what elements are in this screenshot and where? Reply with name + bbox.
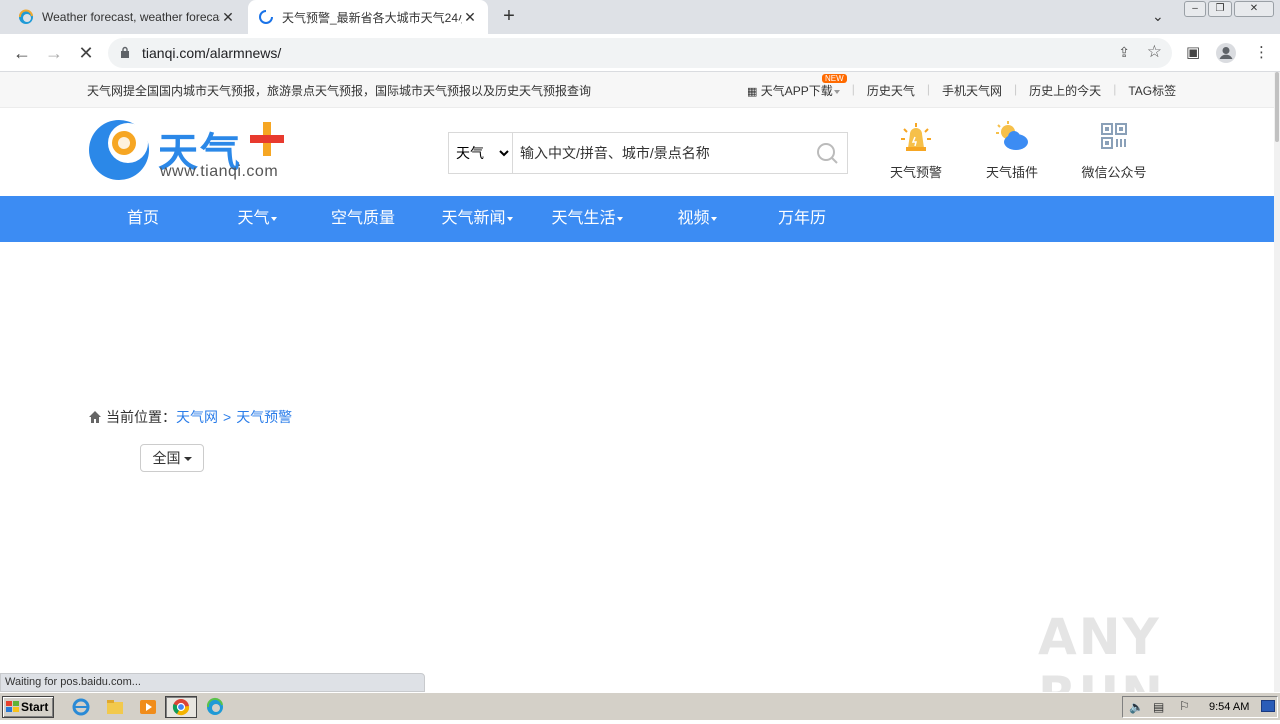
show-desktop-icon[interactable] — [1261, 700, 1275, 712]
site-header: 天气 www.tianqi.com 天气 天气预警 天气插件 — [0, 108, 1274, 196]
address-bar[interactable]: tianqi.com/alarmnews/ ⇪ ☆ — [108, 38, 1172, 68]
minimize-button[interactable]: – — [1184, 1, 1206, 17]
lock-icon — [121, 46, 129, 58]
file-explorer-icon[interactable] — [104, 697, 126, 717]
caret-down-icon — [270, 216, 277, 221]
browser-status-bubble: Waiting for pos.baidu.com... — [0, 673, 425, 692]
windows-flag-icon — [6, 701, 19, 712]
quick-link-weather-plugin[interactable]: 天气插件 — [972, 120, 1052, 181]
site-logo-icon[interactable] — [88, 119, 150, 181]
site-intro-text: 天气网提全国国内城市天气预报，旅游景点天气预报，国际城市天气预报以及历史天气预报… — [87, 84, 592, 98]
back-arrow-icon[interactable]: ← — [10, 41, 34, 65]
quick-link-wechat[interactable]: 微信公众号 — [1074, 120, 1154, 181]
search-icon[interactable] — [807, 133, 847, 173]
site-top-bar: 天气网提全国国内城市天气预报，旅游景点天气预报，国际城市天气预报以及历史天气预报… — [0, 72, 1274, 108]
new-badge: NEW — [822, 74, 847, 83]
nav-video[interactable]: 视频 — [662, 196, 732, 242]
sun-cloud-icon — [996, 121, 1028, 150]
tab-title: Weather forecast, weather forecast — [42, 10, 220, 24]
nav-home[interactable]: 首页 — [108, 196, 178, 242]
browser-tab-alarmnews[interactable]: 天气预警_最新省各大城市天气24小 ✕ — [248, 0, 488, 34]
scrollbar-thumb[interactable] — [1275, 72, 1279, 142]
logo-url: www.tianqi.com — [160, 163, 279, 180]
caret-down-icon — [183, 457, 192, 462]
app-download-link[interactable]: ▦ 天气APP下载 — [747, 82, 840, 99]
breadcrumb-home-link[interactable]: 天气网 — [176, 407, 218, 427]
nav-air-quality[interactable]: 空气质量 — [322, 196, 404, 242]
start-button[interactable]: Start — [2, 696, 54, 718]
tab-search-chevron-icon[interactable]: ⌄ — [1152, 8, 1164, 25]
restore-button[interactable]: ❐ — [1208, 1, 1232, 17]
tab-close-icon[interactable]: ✕ — [462, 9, 478, 26]
tag-link[interactable]: TAG标签 — [1128, 82, 1176, 99]
profile-avatar-icon[interactable] — [1215, 42, 1237, 64]
nav-weather[interactable]: 天气 — [222, 196, 292, 242]
caret-down-icon — [506, 216, 513, 221]
share-icon[interactable]: ⇪ — [1118, 44, 1130, 61]
internet-explorer-icon[interactable] — [70, 697, 92, 717]
nav-weather-life[interactable]: 天气生活 — [544, 196, 630, 242]
media-player-icon[interactable] — [137, 697, 159, 717]
logo-plus-icon — [250, 122, 284, 156]
edge-icon[interactable] — [204, 697, 226, 717]
tab-close-icon[interactable]: ✕ — [220, 9, 236, 26]
menu-kebab-icon[interactable]: ⋮ — [1254, 43, 1269, 61]
caret-down-icon — [710, 216, 717, 221]
city-search-box: 天气 — [448, 132, 848, 174]
today-in-history-link[interactable]: 历史上的今天 — [1029, 82, 1101, 99]
city-search-input[interactable] — [513, 133, 807, 173]
network-icon[interactable]: ▤ — [1153, 700, 1164, 714]
chrome-icon — [172, 699, 190, 716]
volume-icon[interactable]: 🔈 — [1129, 700, 1144, 714]
clock[interactable]: 9:54 AM — [1209, 701, 1249, 713]
action-center-flag-icon[interactable]: ⚐ — [1179, 699, 1190, 713]
top-links: ▦ 天气APP下载 | 历史天气 | 手机天气网 | 历史上的今天 | TAG标… — [747, 82, 1177, 99]
side-panel-icon[interactable]: ▣ — [1186, 43, 1200, 61]
page-scrollbar[interactable] — [1274, 72, 1280, 692]
breadcrumb: 当前位置： 天气网 > 天气预警 — [88, 407, 292, 427]
region-dropdown-button[interactable]: 全国 — [140, 444, 204, 472]
browser-tab-strip: Weather forecast, weather forecast ✕ 天气预… — [0, 0, 1280, 34]
edge-favicon-icon — [19, 9, 33, 24]
breadcrumb-separator: > — [223, 409, 232, 425]
caret-down-icon — [616, 216, 623, 221]
breadcrumb-current-link[interactable]: 天气预警 — [236, 407, 292, 427]
windows-taskbar: Start 🔈 ▤ ⚐ 9:54 AM — [0, 692, 1280, 720]
mobile-weather-link[interactable]: 手机天气网 — [942, 82, 1002, 99]
chrome-taskbar-button[interactable] — [165, 696, 197, 718]
tab-title: 天气预警_最新省各大城市天气24小 — [282, 10, 462, 25]
history-weather-link[interactable]: 历史天气 — [867, 82, 915, 99]
quick-link-weather-alert[interactable]: 天气预警 — [876, 120, 956, 181]
loading-spinner-icon — [259, 10, 273, 24]
window-close-button[interactable]: ✕ — [1234, 1, 1274, 17]
browser-tab-weather-forecast[interactable]: Weather forecast, weather forecast ✕ — [8, 0, 246, 34]
system-tray: 🔈 ▤ ⚐ 9:54 AM — [1122, 696, 1278, 718]
breadcrumb-label: 当前位置： — [106, 409, 176, 425]
url-text: tianqi.com/alarmnews/ — [142, 45, 282, 61]
main-nav: 首页 天气 空气质量 天气新闻 天气生活 视频 万年历 — [0, 196, 1274, 242]
new-tab-button[interactable]: + — [498, 6, 520, 28]
stop-loading-icon[interactable]: ✕ — [74, 41, 98, 65]
home-icon — [89, 411, 101, 423]
bookmark-star-icon[interactable]: ☆ — [1147, 42, 1162, 62]
nav-calendar[interactable]: 万年历 — [766, 196, 838, 242]
forward-arrow-icon[interactable]: → — [42, 41, 66, 65]
qr-code-icon — [1101, 123, 1127, 149]
search-type-select[interactable]: 天气 — [449, 133, 513, 173]
nav-weather-news[interactable]: 天气新闻 — [434, 196, 520, 242]
qr-code-icon: ▦ — [747, 86, 758, 98]
browser-toolbar: ← → ✕ tianqi.com/alarmnews/ ⇪ ☆ ▣ ⋮ — [0, 34, 1280, 72]
alert-bulb-icon — [901, 123, 931, 151]
